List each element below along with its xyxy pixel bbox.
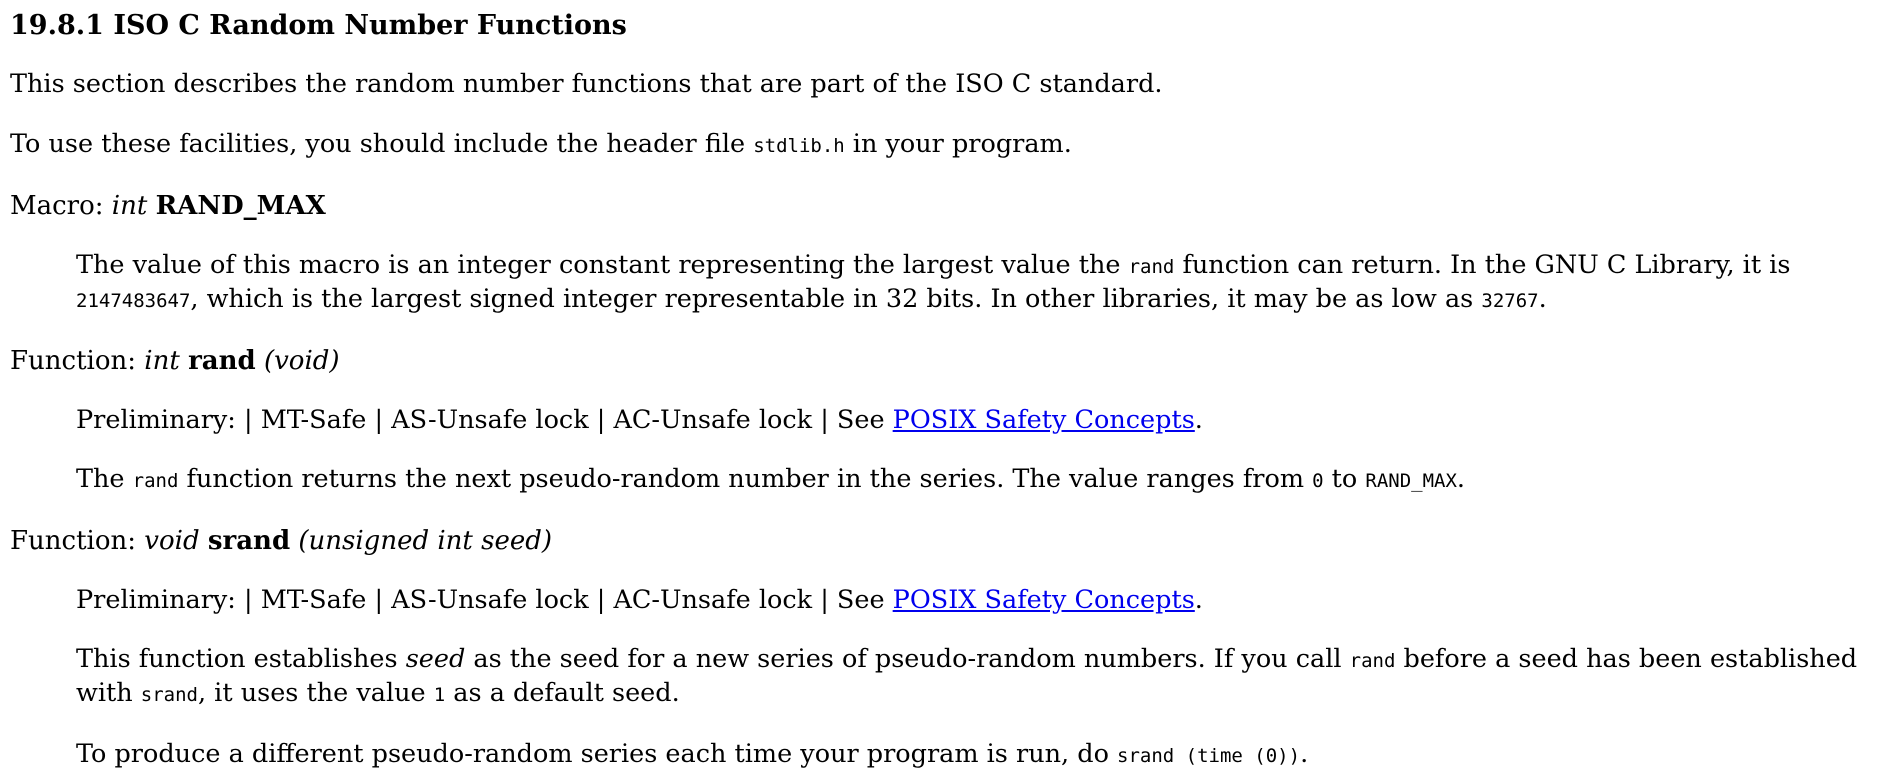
- rand-safety: Preliminary: | MT-Safe | AS-Unsafe lock …: [76, 404, 1877, 436]
- def-type: void: [144, 526, 200, 556]
- text: .: [1300, 739, 1309, 769]
- rand-description: The rand function returns the next pseud…: [76, 463, 1877, 497]
- srand-definition: Function: void srand (unsigned int seed): [10, 525, 1877, 557]
- document: 19.8.1 ISO C Random Number Functions Thi…: [10, 0, 1877, 772]
- def-kind: Function:: [10, 526, 145, 556]
- inline-code: 2147483647: [76, 290, 191, 312]
- text: .: [1538, 284, 1547, 314]
- def-args: (unsigned int seed): [298, 526, 553, 556]
- text: .: [1456, 464, 1466, 494]
- text: function returns the next pseudo-random …: [178, 464, 1313, 494]
- rand-max-definition: Macro: int RAND_MAX: [10, 190, 1877, 222]
- posix-safety-link[interactable]: POSIX Safety Concepts: [893, 405, 1195, 435]
- inline-code: srand: [140, 684, 198, 706]
- seed-emphasis: seed: [405, 644, 466, 674]
- text: .: [1194, 405, 1203, 435]
- inline-code: srand (time (0)): [1117, 745, 1301, 767]
- text: as a default seed.: [445, 678, 680, 708]
- text: This function establishes: [76, 644, 406, 674]
- inline-code: 1: [433, 684, 446, 706]
- inline-code: rand: [1128, 256, 1175, 278]
- srand-body: Preliminary: | MT-Safe | AS-Unsafe lock …: [76, 584, 1877, 772]
- rand-body: Preliminary: | MT-Safe | AS-Unsafe lock …: [76, 404, 1877, 497]
- text: Preliminary: | MT-Safe | AS-Unsafe lock …: [76, 405, 893, 435]
- section-title: 19.8.1 ISO C Random Number Functions: [10, 10, 627, 41]
- text: in your program.: [844, 129, 1072, 159]
- def-args: (void): [263, 346, 340, 376]
- def-name: rand: [188, 346, 256, 376]
- rand-definition: Function: int rand (void): [10, 345, 1877, 377]
- rand-max-body: The value of this macro is an integer co…: [76, 249, 1877, 317]
- intro-paragraph: This section describes the random number…: [10, 69, 1163, 99]
- def-kind: Function:: [10, 346, 145, 376]
- srand-safety: Preliminary: | MT-Safe | AS-Unsafe lock …: [76, 584, 1877, 616]
- text: The value of this macro is an integer co…: [76, 250, 1129, 280]
- text: To produce a different pseudo-random ser…: [76, 739, 1118, 769]
- inline-code: 32767: [1481, 290, 1539, 312]
- inline-code: 0: [1312, 470, 1324, 492]
- def-name: RAND_MAX: [155, 191, 326, 221]
- text: To use these facilities, you should incl…: [10, 129, 754, 159]
- srand-tip: To produce a different pseudo-random ser…: [76, 738, 1877, 772]
- inline-code: rand: [132, 470, 179, 492]
- inline-code: rand: [1349, 650, 1396, 672]
- text: , it uses the value: [197, 678, 434, 708]
- def-type: int: [111, 191, 148, 221]
- def-kind: Macro:: [10, 191, 112, 221]
- def-type: int: [144, 346, 180, 376]
- text: .: [1194, 585, 1203, 615]
- text: as the seed for a new series of pseudo-r…: [465, 644, 1350, 674]
- rand-max-description: The value of this macro is an integer co…: [76, 249, 1877, 317]
- inline-code: RAND_MAX: [1365, 470, 1457, 492]
- include-paragraph: To use these facilities, you should incl…: [10, 128, 1877, 162]
- posix-safety-link[interactable]: POSIX Safety Concepts: [893, 585, 1195, 615]
- text: function can return. In the GNU C Librar…: [1174, 250, 1791, 280]
- text: The: [76, 464, 133, 494]
- header-file-code: stdlib.h: [753, 135, 845, 157]
- def-name: srand: [207, 526, 291, 556]
- srand-description: This function establishes seed as the se…: [76, 643, 1877, 711]
- text: Preliminary: | MT-Safe | AS-Unsafe lock …: [76, 585, 893, 615]
- text: , which is the largest signed integer re…: [190, 284, 1482, 314]
- text: to: [1323, 464, 1366, 494]
